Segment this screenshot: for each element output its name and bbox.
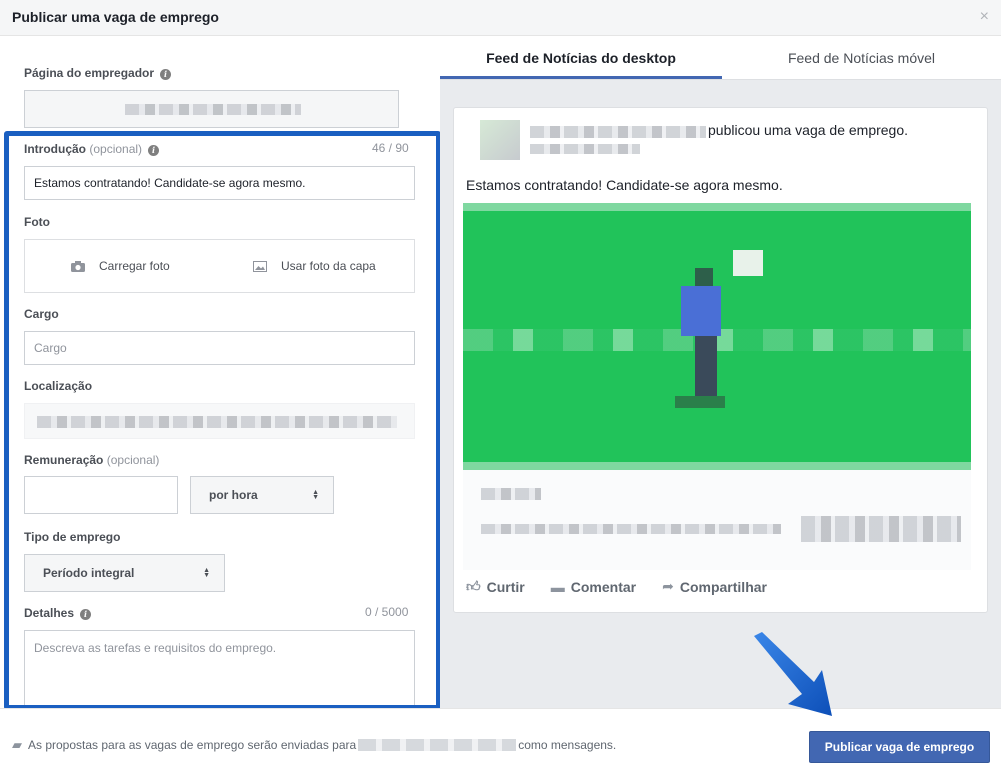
salary-label-text: Remuneração [24,453,104,467]
image-head [695,268,713,286]
info-icon[interactable]: i [160,69,172,80]
image-bottom-stripe [463,462,971,470]
post-body-text: Estamos contratando! Candidate-se agora … [466,177,783,193]
job-type-select[interactable]: Período integral ▲ ▼ [24,554,225,592]
intro-label: Introdução (opcional) i [24,142,160,156]
salary-optional-text: (opcional) [106,453,160,467]
location-input[interactable] [24,403,415,439]
job-type-label: Tipo de emprego [24,530,121,544]
redacted-page-name [530,126,706,138]
tab-desktop-feed[interactable]: Feed de Notícias do desktop [440,36,722,80]
details-label-text: Detalhes [24,606,75,620]
job-title-label: Cargo [24,307,59,321]
publish-job-button[interactable]: Publicar vaga de emprego [809,731,990,763]
select-arrows-icon: ▲ ▼ [312,489,319,501]
redacted-apply-button [801,516,961,542]
share-arrow-icon: ➦ [662,578,674,594]
post-image [463,203,971,470]
photo-upload-box: Carregar foto Usar foto da capa [24,239,415,293]
active-tab-indicator [440,76,722,79]
camera-icon [71,260,85,272]
avatar [480,120,520,160]
footer-message-prefix: As propostas para as vagas de emprego se… [28,738,357,752]
thumbs-up-icon: 👍︎ [466,578,481,594]
preview-tabs: Feed de Notícias do desktop Feed de Notí… [440,36,1001,80]
image-figure [673,250,763,418]
comment-icon: ▬ [550,578,565,595]
job-form-panel: Página do empregador i Introdução (opcion… [0,36,440,708]
location-label: Localização [24,379,93,393]
redacted-timestamp [530,144,640,154]
image-legs [695,336,717,396]
use-cover-photo-button[interactable]: Usar foto da capa [253,259,376,273]
employer-page-field[interactable] [24,90,399,128]
comment-button[interactable]: ▬ Comentar [551,578,636,595]
redacted-location [37,416,397,428]
intro-input[interactable]: Estamos contratando! Candidate-se agora … [24,166,415,200]
employer-page-label-text: Página do empregador [24,66,155,80]
info-icon[interactable]: i [80,609,92,620]
info-icon[interactable]: i [148,145,160,156]
messages-icon: ▰ [12,737,22,752]
tab-mobile-feed[interactable]: Feed de Notícias móvel [722,36,1001,80]
share-button[interactable]: ➦ Compartilhar [662,578,767,595]
redacted-page-name [358,739,517,751]
details-label: Detalhes i [24,606,92,620]
dialog-title: Publicar uma vaga de emprego [12,9,219,25]
job-type-value: Período integral [43,566,135,580]
footer-message-suffix: como mensagens. [518,738,617,752]
comment-label: Comentar [570,578,637,595]
intro-optional-text: (opcional) [89,142,143,156]
upload-photo-label: Carregar foto [99,259,170,273]
redacted-employer-name [125,104,301,115]
select-arrows-icon: ▲ ▼ [203,567,210,579]
share-label: Compartilhar [679,578,767,595]
employer-page-label: Página do empregador i [24,66,172,80]
details-counter: 0 / 5000 [365,605,409,619]
image-icon [253,260,267,272]
job-title-input[interactable]: Cargo [24,331,415,365]
redacted-job-location [481,524,781,534]
redacted-job-title [481,488,541,500]
like-label: Curtir [486,578,525,595]
job-details-preview [463,470,971,570]
close-icon[interactable]: × [980,9,989,25]
upload-photo-button[interactable]: Carregar foto [71,259,170,273]
image-ball [733,250,763,276]
post-preview-card: publicou uma vaga de emprego. Estamos co… [453,107,988,613]
photo-label: Foto [24,215,50,229]
intro-counter: 46 / 90 [372,141,409,155]
salary-period-select[interactable]: por hora ▲ ▼ [190,476,334,514]
image-top-stripe [463,203,971,211]
salary-input[interactable] [24,476,178,514]
post-header-text: publicou uma vaga de emprego. [708,122,909,138]
salary-period-value: por hora [209,488,258,502]
like-button[interactable]: 👍︎ Curtir [466,578,525,595]
post-actions: 👍︎ Curtir ▬ Comentar ➦ Compartilhar [466,578,767,595]
image-feet [675,396,725,408]
footer-message: ▰ As propostas para as vagas de emprego … [12,737,616,753]
use-cover-photo-label: Usar foto da capa [281,259,376,273]
dialog-titlebar: Publicar uma vaga de emprego × [0,0,1001,36]
dialog-footer: ▰ As propostas para as vagas de emprego … [0,708,1001,770]
image-torso [681,286,721,336]
intro-label-text: Introdução [24,142,86,156]
details-textarea[interactable]: Descreva as tarefas e requisitos do empr… [24,630,415,708]
salary-label: Remuneração (opcional) [24,453,159,467]
